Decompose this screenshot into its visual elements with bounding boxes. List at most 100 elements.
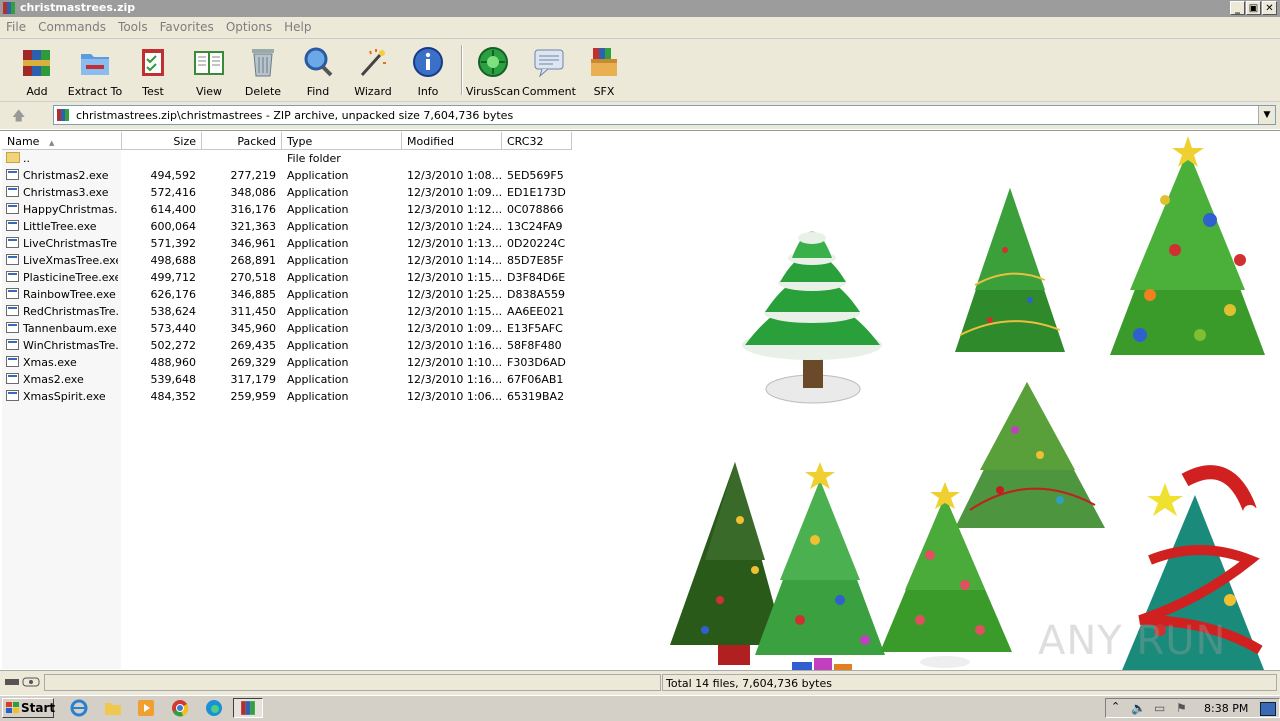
archive-icon bbox=[57, 109, 69, 121]
test-clipboard-icon bbox=[142, 49, 164, 76]
status-selection-panel bbox=[44, 674, 661, 691]
virusscan-button[interactable]: VirusScan bbox=[465, 45, 521, 98]
file-packed-size: 346,961 bbox=[230, 237, 277, 250]
delete-button[interactable]: Delete bbox=[235, 45, 291, 98]
file-name: Xmas.exe bbox=[23, 356, 77, 369]
status-bar: Total 14 files, 7,604,736 bytes bbox=[0, 670, 1280, 695]
status-summary: Total 14 files, 7,604,736 bytes bbox=[662, 674, 1277, 691]
network-icon[interactable]: ▭ bbox=[1154, 701, 1165, 715]
folder-icon bbox=[6, 152, 20, 163]
list-item[interactable]: LiveChristmasTre... 571,392 346,961 Applica… bbox=[0, 235, 580, 252]
list-item[interactable]: LittleTree.exe 600,064 321,363 Application 1… bbox=[0, 218, 580, 235]
file-crc32: AA6EE021 bbox=[507, 305, 565, 318]
column-header-size[interactable]: Size bbox=[122, 132, 202, 150]
column-header-packed[interactable]: Packed bbox=[202, 132, 282, 150]
list-item[interactable]: LiveXmasTree.exe 498,688 268,891 Applicatio… bbox=[0, 252, 580, 269]
menu-commands[interactable]: Commands bbox=[32, 17, 112, 34]
menu-file[interactable]: File bbox=[0, 17, 32, 34]
file-size: 502,272 bbox=[150, 339, 197, 352]
list-item[interactable]: Xmas2.exe 539,648 317,179 Application 12/3/2… bbox=[0, 371, 580, 388]
column-header-type[interactable]: Type bbox=[282, 132, 402, 150]
clock[interactable]: 8:38 PM bbox=[1204, 702, 1248, 715]
list-item[interactable]: Tannenbaum.exe 573,440 345,960 Application 1… bbox=[0, 320, 580, 337]
menu-tools[interactable]: Tools bbox=[112, 17, 154, 34]
show-desktop-icon[interactable] bbox=[1260, 702, 1276, 716]
path-dropdown-button[interactable]: ▼ bbox=[1258, 106, 1275, 124]
file-name: .. bbox=[23, 152, 30, 165]
internet-explorer-icon[interactable] bbox=[70, 699, 88, 717]
file-explorer-icon[interactable] bbox=[104, 699, 122, 717]
info-button[interactable]: Info bbox=[400, 45, 456, 98]
chrome-icon[interactable] bbox=[171, 699, 189, 717]
file-modified: 12/3/2010 1:15... bbox=[407, 305, 503, 318]
file-packed-size: 317,179 bbox=[230, 373, 277, 386]
list-item-parent-folder[interactable]: .. File folder bbox=[0, 150, 580, 167]
list-item[interactable]: XmasSpirit.exe 484,352 259,959 Application 1… bbox=[0, 388, 580, 405]
sort-ascending-icon: ▲ bbox=[48, 139, 55, 147]
add-button[interactable]: Add bbox=[9, 45, 65, 98]
menu-options[interactable]: Options bbox=[220, 17, 278, 34]
column-header-modified[interactable]: Modified bbox=[402, 132, 502, 150]
volume-icon[interactable]: 🔈 bbox=[1131, 701, 1146, 715]
list-item[interactable]: PlasticineTree.exe 499,712 270,518 Applicat… bbox=[0, 269, 580, 286]
file-name: Tannenbaum.exe bbox=[23, 322, 117, 335]
file-name: RedChristmasTre... bbox=[23, 305, 118, 318]
file-type: Application bbox=[287, 203, 349, 216]
list-item[interactable]: Christmas2.exe 494,592 277,219 Application 1… bbox=[0, 167, 580, 184]
test-button[interactable]: Test bbox=[125, 45, 181, 98]
trash-icon bbox=[252, 49, 274, 77]
close-button[interactable]: ✕ bbox=[1262, 1, 1277, 15]
comment-icon bbox=[534, 49, 564, 78]
view-button[interactable]: View bbox=[181, 45, 237, 98]
path-field[interactable]: christmastrees.zip\christmastrees - ZIP … bbox=[53, 105, 1276, 125]
application-file-icon bbox=[6, 373, 19, 384]
file-packed-size: 316,176 bbox=[230, 203, 277, 216]
start-button[interactable]: Start bbox=[2, 698, 55, 718]
toolbar: Add Extract To Test View Delete Find Wiz… bbox=[0, 39, 1280, 101]
file-modified: 12/3/2010 1:16... bbox=[407, 373, 503, 386]
application-file-icon bbox=[6, 254, 19, 265]
edge-icon[interactable] bbox=[205, 699, 223, 717]
up-one-level-button[interactable]: 🡅 bbox=[12, 107, 25, 129]
taskbar-winrar-task[interactable] bbox=[233, 698, 263, 718]
file-modified: 12/3/2010 1:24... bbox=[407, 220, 503, 233]
list-item[interactable]: HappyChristmas.... 614,400 316,176 Applicat… bbox=[0, 201, 580, 218]
file-type: Application bbox=[287, 356, 349, 369]
file-type: Application bbox=[287, 339, 349, 352]
sfx-button[interactable]: SFX bbox=[576, 45, 632, 98]
comment-button[interactable]: Comment bbox=[521, 45, 577, 98]
window-controls: _ ▣ ✕ bbox=[1230, 1, 1277, 15]
show-hidden-icons-button[interactable]: ⌃ bbox=[1111, 700, 1120, 713]
maximize-button[interactable]: ▣ bbox=[1246, 1, 1261, 15]
list-item[interactable]: Xmas.exe 488,960 269,329 Application 12/3/20… bbox=[0, 354, 580, 371]
application-file-icon bbox=[6, 339, 19, 350]
minimize-button[interactable]: _ bbox=[1230, 1, 1245, 15]
file-crc32: 65319BA2 bbox=[507, 390, 565, 403]
extract-to-button[interactable]: Extract To bbox=[67, 45, 123, 98]
list-item[interactable]: RedChristmasTre... 538,624 311,450 Applicat… bbox=[0, 303, 580, 320]
file-name: RainbowTree.exe bbox=[23, 288, 116, 301]
media-player-icon[interactable] bbox=[137, 699, 155, 717]
file-packed-size: 270,518 bbox=[230, 271, 277, 284]
file-crc32: F303D6AD bbox=[507, 356, 566, 369]
file-size: 499,712 bbox=[150, 271, 197, 284]
menu-help[interactable]: Help bbox=[278, 17, 317, 34]
list-item[interactable]: Christmas3.exe 572,416 348,086 Application 1… bbox=[0, 184, 580, 201]
list-item[interactable]: WinChristmasTre... 502,272 269,435 Applicat… bbox=[0, 337, 580, 354]
file-packed-size: 311,450 bbox=[230, 305, 277, 318]
view-book-icon bbox=[194, 51, 224, 75]
application-file-icon bbox=[6, 322, 19, 333]
column-header-name[interactable]: Name ▲ bbox=[2, 132, 122, 150]
file-size: 484,352 bbox=[150, 390, 197, 403]
wand-icon bbox=[360, 49, 386, 77]
find-button[interactable]: Find bbox=[290, 45, 346, 98]
wizard-button[interactable]: Wizard bbox=[345, 45, 401, 98]
list-item[interactable]: RainbowTree.exe 626,176 346,885 Application… bbox=[0, 286, 580, 303]
menu-favorites[interactable]: Favorites bbox=[154, 17, 220, 34]
column-header-crc32[interactable]: CRC32 bbox=[502, 132, 572, 150]
file-crc32: 0C078866 bbox=[507, 203, 564, 216]
file-crc32: D3F84D6E bbox=[507, 271, 566, 284]
file-type: Application bbox=[287, 390, 349, 403]
system-tray: ⌃ 🔈 ▭ ⚑ 8:38 PM bbox=[1105, 698, 1280, 718]
action-center-flag-icon[interactable]: ⚑ bbox=[1176, 701, 1187, 715]
